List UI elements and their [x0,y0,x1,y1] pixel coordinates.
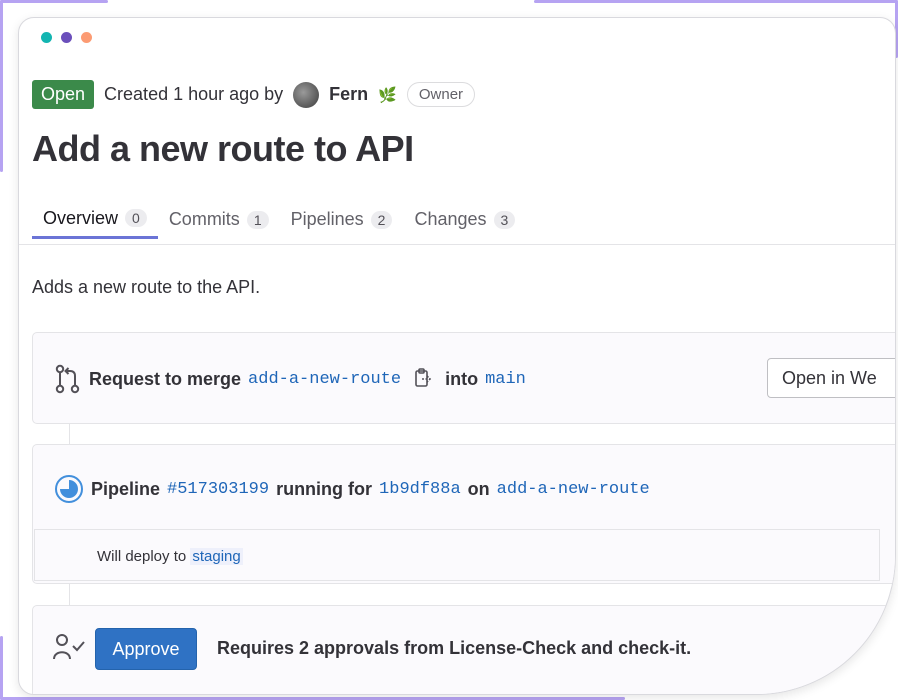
pipeline-running-for-text: running for [276,478,373,499]
tab-overview[interactable]: Overview 0 [32,196,158,239]
pipeline-branch-link[interactable]: add-a-new-route [497,480,650,499]
accent-stroke [534,0,898,3]
tab-label: Changes [414,209,487,229]
merge-into-text: into [445,368,479,389]
tab-label: Pipelines [290,209,364,229]
description-text: Adds a new route to the API. [32,277,261,297]
target-branch-link[interactable]: main [485,370,526,389]
merge-info-row: Request to merge add-a-new-route into ma… [54,364,526,394]
author-name[interactable]: Fern [329,84,368,105]
copy-branch-icon[interactable] [414,368,432,390]
pipeline-id-link[interactable]: #517303199 [167,480,269,499]
pipeline-running-status-icon[interactable] [54,474,84,504]
deployment-text: Will deploy to staging [97,548,243,565]
tab-count-badge: 0 [125,209,147,227]
page-title: Add a new route to API [32,128,414,169]
deployment-info-panel: Will deploy to staging [34,529,880,581]
accent-stroke [0,0,108,3]
pipeline-prefix: Pipeline [91,478,161,499]
source-branch-link[interactable]: add-a-new-route [248,370,401,389]
pipeline-info-row: Pipeline #517303199 running for 1b9df88a… [54,474,650,504]
tab-label: Overview [43,207,119,228]
app-window: Open Created 1 hour ago by Fern 🌿 Owner … [18,17,896,695]
author-emoji: 🌿 [378,86,397,104]
window-controls [41,32,92,43]
tab-commits[interactable]: Commits 1 [158,196,280,239]
approve-button[interactable]: Approve [95,628,197,670]
merge-request-icon [54,364,82,394]
deploy-label: Will deploy to [97,548,187,565]
open-in-web-ide-button[interactable]: Open in We [767,358,895,398]
tab-pipelines[interactable]: Pipelines 2 [280,196,404,239]
widget-connector-line [69,584,70,605]
widget-connector-line [69,424,70,444]
tab-divider [19,244,895,245]
tab-count-badge: 3 [493,210,516,229]
created-text: Created 1 hour ago by [104,84,284,104]
accent-stroke [0,636,3,700]
tab-count-badge: 2 [370,210,393,229]
merge-request-meta: Open Created 1 hour ago by Fern 🌿 Owner [32,80,476,109]
environment-link[interactable]: staging [190,548,243,565]
maximize-window-dot[interactable] [81,32,92,43]
merge-prefix: Request to merge [89,368,242,389]
minimize-window-dot[interactable] [61,32,72,43]
approval-user-check-icon [52,632,86,662]
approval-requirement-text: Requires 2 approvals from License-Check … [217,638,692,658]
tab-count-badge: 1 [246,210,269,229]
pipeline-on-text: on [467,478,490,499]
close-window-dot[interactable] [41,32,52,43]
avatar[interactable] [293,81,320,108]
commit-sha-link[interactable]: 1b9df88a [379,480,461,499]
tab-changes[interactable]: Changes 3 [403,196,526,239]
accent-stroke [0,0,3,172]
role-badge: Owner [406,82,476,107]
screenshot-stage: Open Created 1 hour ago by Fern 🌿 Owner … [0,0,898,700]
status-badge: Open [32,80,95,109]
tab-bar: Overview 0 Commits 1 Pipelines 2 Changes… [32,196,526,239]
tab-label: Commits [168,209,240,229]
